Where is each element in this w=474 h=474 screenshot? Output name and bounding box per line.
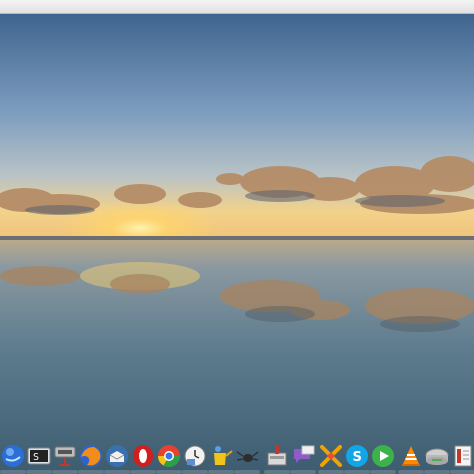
svg-text:S: S [33, 452, 39, 463]
opera-icon[interactable] [130, 443, 156, 469]
terminal-icon[interactable]: S [26, 443, 52, 469]
firefox-icon[interactable] [78, 443, 104, 469]
drive-icon[interactable] [424, 443, 450, 469]
network-tools-icon[interactable] [52, 443, 78, 469]
document-icon[interactable] [450, 443, 474, 469]
blue-globe-icon[interactable] [0, 443, 26, 469]
horizon-line [0, 236, 474, 240]
skype-icon[interactable]: S [344, 443, 370, 469]
watering-can-icon[interactable] [208, 443, 234, 469]
svg-text:S: S [353, 450, 362, 465]
clock-app-icon[interactable] [182, 443, 208, 469]
install-package-icon[interactable] [264, 443, 290, 469]
application-dock: S S [0, 440, 474, 474]
cross-tools-icon[interactable] [318, 443, 344, 469]
top-panel [0, 0, 474, 14]
spider-icon[interactable] [234, 443, 260, 469]
media-player-icon[interactable] [370, 443, 396, 469]
chrome-icon[interactable] [156, 443, 182, 469]
vlc-icon[interactable] [398, 443, 424, 469]
desktop-screen: S S [0, 0, 474, 474]
desktop-wallpaper [0, 14, 474, 474]
chat-icon[interactable] [290, 443, 316, 469]
thunderbird-icon[interactable] [104, 443, 130, 469]
